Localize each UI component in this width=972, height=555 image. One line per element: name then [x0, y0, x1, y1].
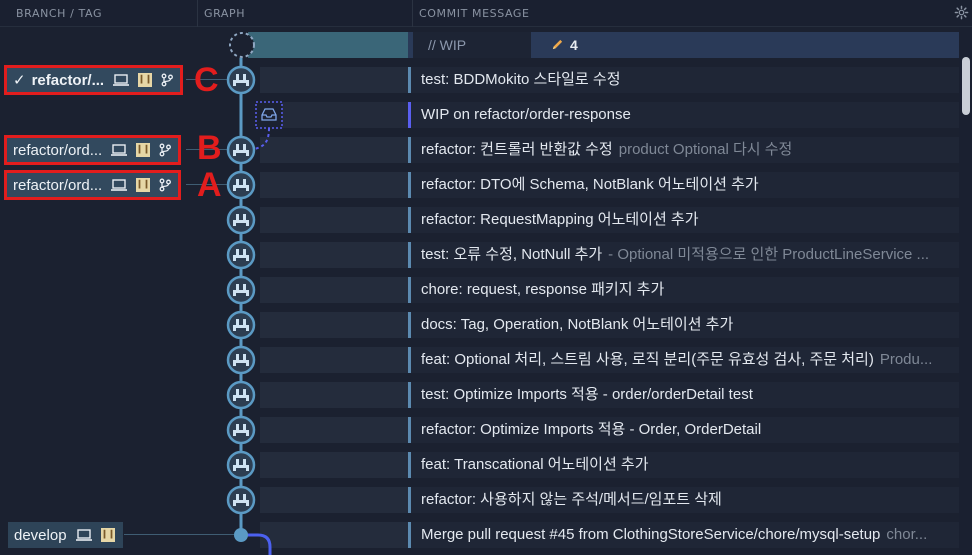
commit-node[interactable]	[226, 380, 256, 410]
wip-count-value: 4	[570, 37, 578, 53]
commit-message: test: BDDMokito 스타일로 수정	[421, 67, 627, 93]
gear-icon[interactable]	[954, 5, 969, 20]
commit-lane-indicator	[408, 522, 411, 548]
commit-summary: chore: request, response 패키지 추가	[421, 281, 665, 298]
column-divider[interactable]	[197, 0, 198, 27]
commit-message-column-header[interactable]: COMMIT MESSAGE	[419, 0, 530, 27]
commit-summary: test: 오류 수정, NotNull 추가	[421, 246, 603, 263]
commit-summary: refactor: 사용하지 않는 주석/메서드/임포트 삭제	[421, 491, 722, 508]
wip-file-count: 4	[551, 32, 578, 58]
commit-message: refactor: RequestMapping 어노테이션 추가	[421, 207, 705, 233]
stash-node[interactable]	[255, 101, 283, 129]
commit-lane-indicator	[408, 347, 411, 373]
commit-description: - Optional 미적용으로 인한 ProductLineService .…	[608, 246, 930, 263]
commit-node[interactable]	[226, 170, 256, 200]
commit-summary: docs: Tag, Operation, NotBlank 어노테이션 추가	[421, 316, 734, 333]
commit-message: Merge pull request #45 from ClothingStor…	[421, 522, 927, 548]
branch-tag-column-header[interactable]: BRANCH / TAG	[16, 0, 102, 27]
commit-node[interactable]	[226, 135, 256, 165]
commit-message: refactor: 컨트롤러 반환값 수정 product Optional 다시…	[421, 137, 792, 163]
stash-lane-indicator	[408, 102, 411, 128]
commit-lane-indicator	[408, 312, 411, 338]
commit-message: chore: request, response 패키지 추가	[421, 277, 670, 303]
commit-message: test: Optimize Imports 적용 - order/orderD…	[421, 382, 759, 408]
commit-lane-indicator	[408, 172, 411, 198]
commit-message: docs: Tag, Operation, NotBlank 어노테이션 추가	[421, 312, 739, 338]
commit-lane-indicator	[408, 277, 411, 303]
commit-node[interactable]	[226, 415, 256, 445]
commit-node[interactable]	[226, 240, 256, 270]
graph-column-header[interactable]: GRAPH	[204, 0, 245, 27]
commit-summary: refactor: Optimize Imports 적용 - Order, O…	[421, 421, 762, 438]
commit-message: refactor: 사용하지 않는 주석/메서드/임포트 삭제	[421, 487, 728, 513]
commit-description: Produ...	[879, 351, 933, 368]
commit-lane-indicator	[408, 67, 411, 93]
commit-summary: refactor: RequestMapping 어노테이션 추가	[421, 211, 699, 228]
stash-message: WIP on refactor/order-response	[421, 106, 631, 123]
commit-message: feat: Transcational 어노테이션 추가	[421, 452, 655, 478]
commit-node[interactable]	[226, 310, 256, 340]
commit-summary: feat: Transcational 어노테이션 추가	[421, 456, 649, 473]
commit-node[interactable]	[226, 205, 256, 235]
wip-summary-input[interactable]: // WIP	[413, 32, 531, 58]
commit-lane-indicator	[408, 452, 411, 478]
commit-node[interactable]	[226, 345, 256, 375]
commit-node[interactable]	[226, 485, 256, 515]
scrollbar-thumb[interactable]	[962, 57, 970, 115]
commit-lane-indicator	[408, 207, 411, 233]
commit-message: feat: Optional 처리, 스트림 사용, 로직 분리(주문 유효성 …	[421, 347, 932, 373]
commit-node[interactable]	[226, 450, 256, 480]
commit-description: chor...	[886, 526, 928, 543]
column-header: BRANCH / TAG GRAPH COMMIT MESSAGE	[0, 0, 972, 27]
commit-message: refactor: DTO에 Schema, NotBlank 어노테이션 추가	[421, 172, 765, 198]
pencil-icon	[552, 39, 563, 50]
commit-lane-indicator	[408, 487, 411, 513]
commit-lane-indicator	[408, 417, 411, 443]
column-divider[interactable]	[412, 0, 413, 27]
commit-summary: feat: Optional 처리, 스트림 사용, 로직 분리(주문 유효성 …	[421, 351, 874, 368]
merge-node[interactable]	[234, 528, 248, 542]
commit-lane-indicator	[408, 137, 411, 163]
commit-message: test: 오류 수정, NotNull 추가 - Optional 미적용으로 …	[421, 242, 929, 268]
commit-summary: test: BDDMokito 스타일로 수정	[421, 71, 621, 88]
wip-node[interactable]	[229, 32, 255, 58]
commit-summary: refactor: 컨트롤러 반환값 수정	[421, 141, 613, 158]
commit-summary: Merge pull request #45 from ClothingStor…	[421, 526, 881, 543]
commit-summary: refactor: DTO에 Schema, NotBlank 어노테이션 추가	[421, 176, 759, 193]
commit-graph	[226, 32, 283, 555]
commit-description: product Optional 다시 수정	[618, 141, 793, 158]
commit-node[interactable]	[226, 65, 256, 95]
commit-summary: test: Optimize Imports 적용 - order/orderD…	[421, 386, 753, 403]
vertical-scrollbar[interactable]	[959, 27, 972, 555]
commit-message: refactor: Optimize Imports 적용 - Order, O…	[421, 417, 767, 443]
commit-node[interactable]	[226, 275, 256, 305]
commit-lane-indicator	[408, 382, 411, 408]
commit-lane-indicator	[408, 242, 411, 268]
